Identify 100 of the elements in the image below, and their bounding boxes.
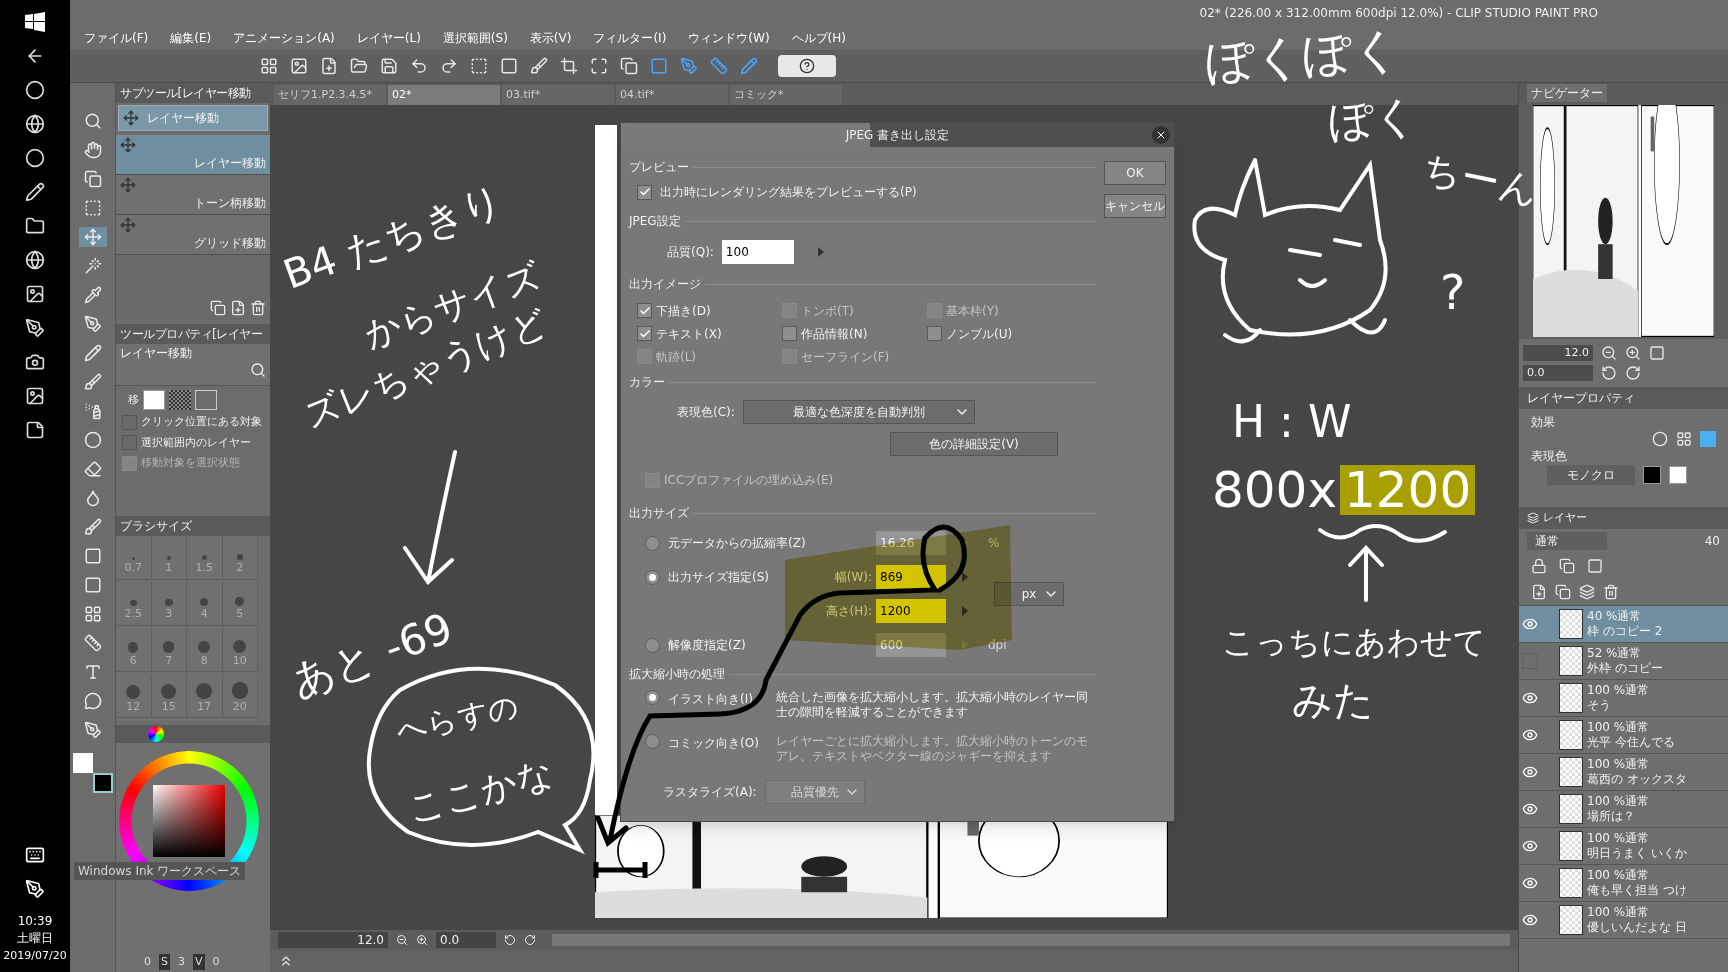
close-button[interactable] [1152, 126, 1170, 144]
main-color-swatch[interactable] [72, 753, 93, 773]
layer-row[interactable]: 100 %通常 葛西の オックスタ [1519, 754, 1728, 791]
eye-icon[interactable] [1522, 875, 1538, 891]
layer-target-icon[interactable] [143, 390, 165, 410]
hand-icon[interactable] [83, 141, 102, 159]
subtool-header[interactable]: レイヤー移動 [118, 105, 268, 131]
document-tab[interactable]: 02* [388, 85, 500, 105]
note-icon[interactable] [25, 420, 45, 440]
text-icon[interactable] [83, 663, 102, 681]
document-tab[interactable]: 03.tif* [502, 85, 614, 105]
menu-item[interactable]: ウィンドウ(W) [688, 29, 770, 47]
zoom-field[interactable]: 12.0 [1523, 345, 1593, 361]
color-effect-icon[interactable] [1700, 431, 1716, 447]
eye-icon[interactable] [1522, 690, 1538, 706]
width-field[interactable]: 869 [876, 565, 946, 589]
grid-icon[interactable] [260, 57, 278, 75]
document-tab[interactable]: セリフ1.P2.3.4.5* [274, 85, 386, 105]
tone-icon[interactable] [1676, 431, 1692, 447]
layer-row[interactable]: 100 %通常 明日うまく いくか [1519, 828, 1728, 865]
ruler-snap-icon[interactable] [680, 57, 698, 75]
clock-day[interactable]: 土曜日 [17, 930, 53, 947]
menu-item[interactable]: 表示(V) [529, 29, 572, 47]
subtool-item[interactable]: グリッド移動 [116, 215, 270, 255]
fit-icon[interactable] [1649, 345, 1665, 361]
clock-time[interactable]: 10:39 [17, 913, 53, 930]
wand-icon[interactable] [83, 257, 102, 275]
radio-button[interactable] [645, 734, 660, 749]
blend-mode-dropdown[interactable]: 通常 [1527, 532, 1607, 550]
radio-button[interactable] [645, 535, 660, 551]
saturation-square[interactable] [153, 784, 225, 857]
pen-icon[interactable] [25, 318, 45, 338]
unit-dropdown[interactable]: px [994, 582, 1064, 606]
windows-logo-icon[interactable] [25, 12, 45, 32]
undo-icon[interactable] [410, 57, 428, 75]
eye-icon[interactable] [1522, 912, 1538, 928]
help-button[interactable] [778, 55, 836, 77]
menu-item[interactable]: ファイル(F) [84, 29, 149, 47]
subtool-item[interactable]: レイヤー移動 [116, 135, 270, 175]
selection-icon[interactable] [83, 199, 102, 217]
rectangle-icon[interactable] [83, 576, 102, 594]
opacity-value[interactable]: 40 [1704, 532, 1720, 550]
new-icon[interactable] [230, 300, 246, 316]
lock-icon[interactable] [1531, 558, 1547, 574]
height-field[interactable]: 1200 [876, 599, 946, 623]
rotate-right-icon[interactable] [524, 934, 536, 946]
merge-icon[interactable] [1579, 584, 1595, 600]
zoom-icon[interactable] [83, 112, 102, 130]
quality-field[interactable]: 100 [721, 240, 794, 264]
radio-button[interactable] [645, 690, 660, 705]
mask-icon[interactable] [1587, 558, 1603, 574]
play-arrow-icon[interactable] [817, 247, 824, 257]
checkbox[interactable] [637, 184, 652, 200]
rotate-right-icon[interactable] [1625, 365, 1641, 381]
rotation-field[interactable]: 0.0 [436, 932, 496, 948]
layer-row[interactable]: 100 %通常 場所は？ [1519, 791, 1728, 828]
trash-icon[interactable] [250, 300, 266, 316]
trash-icon[interactable] [1603, 584, 1619, 600]
spray-icon[interactable] [83, 402, 102, 420]
eye-icon[interactable] [1522, 616, 1538, 632]
checkbox[interactable] [637, 303, 652, 318]
menu-item[interactable]: 選択範囲(S) [442, 29, 508, 47]
line-color-swatch[interactable] [1643, 466, 1661, 484]
checkbox[interactable] [782, 326, 797, 341]
rasterize-dropdown[interactable]: 品質優先 [764, 780, 865, 804]
zoom-field[interactable]: 12.0 [278, 932, 388, 948]
play-arrow-icon[interactable] [962, 606, 968, 616]
zoom-out-icon[interactable] [396, 934, 408, 946]
layer-row[interactable]: 100 %通常 優しいんだよな 日 [1519, 902, 1728, 939]
play-arrow-icon[interactable] [962, 572, 968, 582]
color-wheel-tab-icon[interactable] [148, 725, 164, 742]
copy-icon[interactable] [620, 57, 638, 75]
brush-icon[interactable] [83, 373, 102, 391]
rotate-left-icon[interactable] [504, 934, 516, 946]
paper-color-swatch[interactable] [1669, 466, 1687, 484]
save-icon[interactable] [380, 57, 398, 75]
copy-icon[interactable] [1559, 558, 1575, 574]
checkbox[interactable] [927, 326, 942, 341]
sub-color-swatch[interactable] [92, 773, 113, 793]
menu-item[interactable]: アニメーション(A) [233, 29, 335, 47]
zoom-out-icon[interactable] [1601, 345, 1617, 361]
crop-icon[interactable] [560, 57, 578, 75]
panel-tab[interactable]: ナビゲーター [1527, 84, 1607, 102]
camera-icon[interactable] [25, 352, 45, 372]
color-detail-button[interactable]: 色の詳細設定(V) [890, 432, 1058, 456]
line-icon[interactable] [83, 721, 102, 739]
new-layer-icon[interactable] [1531, 584, 1547, 600]
new-file-icon[interactable] [320, 57, 338, 75]
layer-row[interactable]: 100 %通常 俺も早く担当 つけ [1519, 865, 1728, 902]
menu-item[interactable]: ヘルプ(H) [791, 29, 846, 47]
layer-row[interactable]: 40 %通常 枠 のコピー 2 [1519, 606, 1728, 643]
document-tab[interactable]: コミック* [730, 85, 842, 105]
color-mode-dropdown[interactable]: モノクロ [1547, 465, 1635, 485]
layer-row[interactable]: 52 %通常 外枠 のコピー [1519, 643, 1728, 680]
horizontal-scrollbar[interactable] [552, 934, 1510, 946]
panel-tab[interactable]: レイヤー [1543, 509, 1587, 527]
move-icon[interactable] [83, 228, 102, 246]
redo-icon[interactable] [440, 57, 458, 75]
globe-icon[interactable] [25, 114, 45, 134]
layer-row[interactable]: 100 %通常 光平 今住んでる [1519, 717, 1728, 754]
